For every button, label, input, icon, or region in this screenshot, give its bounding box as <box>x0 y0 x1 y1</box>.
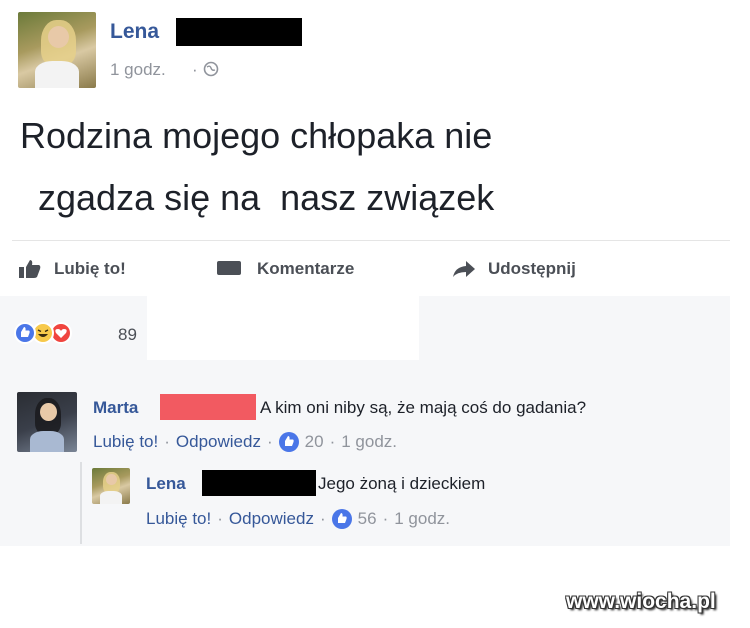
like-action-button[interactable]: Lubię to! <box>18 256 126 282</box>
comment-author-name[interactable]: Marta <box>93 398 138 418</box>
comment-actions: Lubię to! · Odpowiedz · 20 · 1 godz. <box>93 432 397 452</box>
share-action-label: Udostępnij <box>488 259 576 278</box>
reply-like-link[interactable]: Lubię to! <box>146 509 211 529</box>
like-badge-icon <box>278 432 299 452</box>
separator: · <box>217 509 223 528</box>
like-icon <box>14 322 36 344</box>
watermark-text: www.wiocha.pl <box>566 590 716 613</box>
comment-like-count[interactable]: 20 <box>305 432 324 452</box>
like-badge-icon <box>331 509 352 529</box>
thumbs-up-icon <box>18 259 42 279</box>
action-bar-top-divider <box>12 240 730 241</box>
separator: · <box>329 432 336 451</box>
reply-actions: Lubię to! · Odpowiedz · 56 · 1 godz. <box>146 509 450 529</box>
post-text-line-1: Rodzina mojego chłopaka nie <box>20 115 493 156</box>
comment-author-avatar[interactable] <box>17 392 77 452</box>
comment-text: A kim oni niby są, że mają coś do gadani… <box>260 398 587 417</box>
redacted-surname <box>202 470 316 496</box>
share-arrow-icon <box>452 259 476 279</box>
separator: · <box>164 432 170 451</box>
separator: · <box>382 509 389 528</box>
like-action-label: Lubię to! <box>54 259 126 278</box>
reactions-count: 89 <box>118 325 137 344</box>
reply-author-avatar[interactable] <box>92 468 130 504</box>
comment-like-link[interactable]: Lubię to! <box>93 432 158 452</box>
post-timestamp[interactable]: 1 godz. <box>110 60 166 80</box>
redacted-surname <box>176 18 302 46</box>
comment-action-button[interactable]: Komentarze <box>215 256 354 282</box>
globe-icon <box>203 61 219 77</box>
comment-action-label: Komentarze <box>257 259 355 278</box>
reply-thread-line <box>80 462 82 544</box>
reactions-summary[interactable]: 89 <box>14 322 154 348</box>
comment-timestamp[interactable]: 1 godz. <box>341 432 397 452</box>
separator: · <box>319 509 326 528</box>
reply-reply-link[interactable]: Odpowiedz <box>229 509 314 529</box>
post-text-line-2: zgadza się na nasz związek <box>38 177 495 218</box>
comment-icon <box>215 259 243 279</box>
blank-overlay <box>147 296 419 360</box>
reply-like-count[interactable]: 56 <box>358 509 377 529</box>
post-meta-separator: · <box>192 60 198 79</box>
separator: · <box>266 432 273 451</box>
comment-reply-link[interactable]: Odpowiedz <box>176 432 261 452</box>
reply-text: Jego żoną i dzieckiem <box>318 474 486 493</box>
redacted-surname <box>160 394 256 420</box>
post-author-avatar[interactable] <box>18 12 96 88</box>
reply-timestamp[interactable]: 1 godz. <box>394 509 450 529</box>
post-author-name[interactable]: Lena <box>110 20 159 44</box>
share-action-button[interactable]: Udostępnij <box>452 256 576 282</box>
reply-author-name[interactable]: Lena <box>146 474 186 494</box>
